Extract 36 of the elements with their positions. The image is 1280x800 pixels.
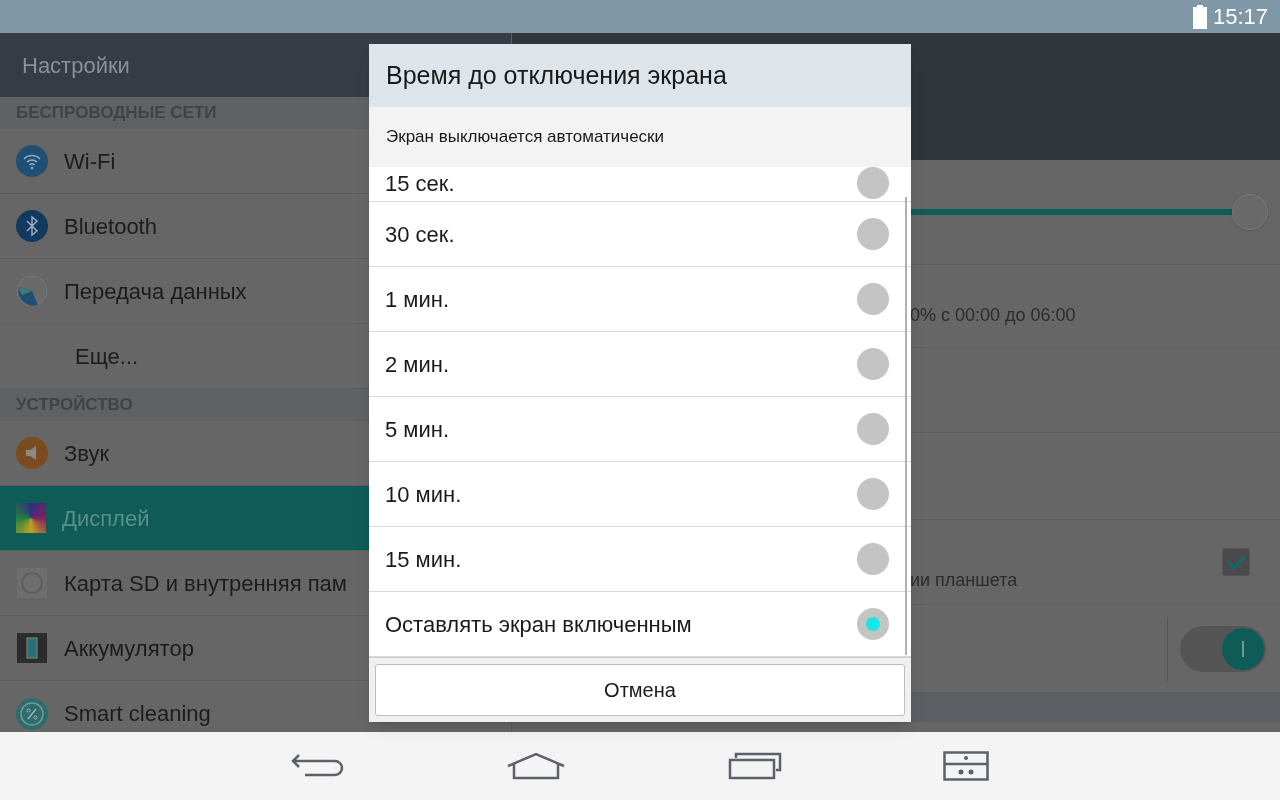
battery-icon (16, 632, 48, 664)
percent-icon (16, 697, 48, 730)
radio-option[interactable]: 2 мин. (369, 332, 911, 397)
app-title: Настройки (22, 51, 130, 80)
color-palette-icon (16, 503, 46, 533)
radio-option[interactable]: 15 мин. (369, 527, 911, 592)
radio-option[interactable]: 15 сек. (369, 167, 911, 202)
drawer-icon[interactable] (943, 751, 990, 781)
setting-description: ии планшета (910, 568, 1019, 592)
schedule-text: 0% с 00:00 до 06:00 (910, 304, 1076, 327)
recent-apps-icon[interactable] (727, 752, 782, 780)
dialog-title: Время до отключения экрана (369, 44, 911, 107)
cancel-button[interactable]: Отмена (375, 664, 905, 716)
slider-thumb[interactable] (1232, 194, 1269, 230)
radio-button[interactable] (857, 608, 889, 640)
radio-option[interactable]: 5 мин. (369, 397, 911, 462)
checkbox[interactable] (1222, 548, 1250, 576)
radio-option[interactable]: 1 мин. (369, 267, 911, 332)
radio-button[interactable] (857, 167, 889, 199)
wifi-icon (16, 145, 48, 177)
clock-text: 15:17 (1212, 3, 1268, 31)
battery-icon (1192, 4, 1207, 29)
radio-button[interactable] (857, 543, 889, 575)
bluetooth-icon (16, 210, 48, 242)
radio-button[interactable] (857, 283, 889, 315)
radio-button[interactable] (857, 478, 889, 510)
radio-button[interactable] (857, 348, 889, 380)
radio-button[interactable] (857, 218, 889, 250)
radio-option[interactable]: 10 мин. (369, 462, 911, 527)
radio-button[interactable] (857, 413, 889, 445)
speaker-icon (16, 437, 48, 469)
pie-chart-icon (16, 275, 48, 307)
toggle-switch[interactable] (1180, 625, 1266, 672)
home-icon[interactable] (506, 752, 567, 780)
radio-option[interactable]: 30 сек. (369, 202, 911, 267)
dialog-subtitle: Экран выключается автоматически (369, 107, 911, 167)
